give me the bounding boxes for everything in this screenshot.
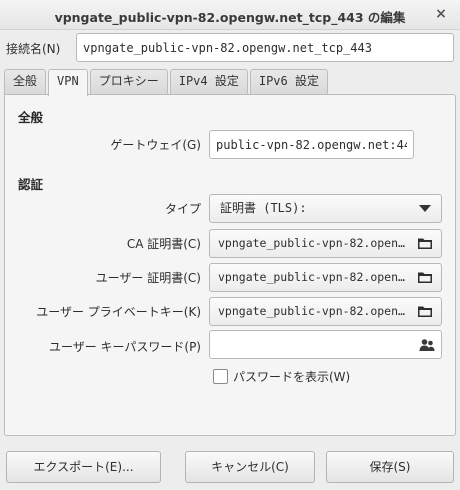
tab-general[interactable]: 全般 [4, 69, 47, 94]
chevron-down-icon [419, 205, 431, 212]
people-icon[interactable] [419, 338, 435, 352]
tab-vpn[interactable]: VPN [48, 69, 88, 96]
edit-connection-dialog: vpngate_public-vpn-82.opengw.net_tcp_443… [0, 0, 460, 490]
connection-name-input[interactable] [76, 33, 454, 62]
vpn-tab-panel: 全般 ゲートウェイ(G) 認証 タイプ 証明書 (TLS): CA 証明書(C)… [4, 94, 456, 436]
show-password-row[interactable]: パスワードを表示(W) [213, 367, 350, 385]
user-cert-filename: vpngate_public-vpn-82.open… [218, 270, 405, 284]
auth-type-dropdown[interactable]: 証明書 (TLS): [209, 194, 442, 223]
folder-icon [418, 238, 432, 249]
auth-type-value: 証明書 (TLS): [220, 201, 307, 215]
window-title: vpngate_public-vpn-82.opengw.net_tcp_443… [54, 10, 406, 25]
tab-ipv6-settings[interactable]: IPv6 設定 [249, 69, 328, 94]
auth-section-heading: 認証 [18, 177, 44, 192]
key-password-label: ユーザー キーパスワード(P) [48, 340, 201, 354]
auth-type-label: タイプ [164, 202, 201, 216]
title-bar[interactable]: vpngate_public-vpn-82.opengw.net_tcp_443… [0, 0, 460, 30]
cancel-button[interactable]: キャンセル(C) [185, 451, 315, 483]
private-key-label: ユーザー プライベートキー(K) [36, 305, 201, 319]
general-section-heading: 全般 [18, 110, 44, 125]
tab-proxy[interactable]: プロキシー [89, 69, 168, 94]
close-icon[interactable]: × [432, 5, 450, 23]
connection-name-label: 接続名(N) [6, 42, 61, 56]
folder-icon [418, 272, 432, 283]
user-cert-file-button[interactable]: vpngate_public-vpn-82.open… [209, 263, 442, 292]
key-password-input[interactable] [209, 330, 442, 359]
gateway-label: ゲートウェイ(G) [110, 138, 201, 152]
folder-icon [418, 306, 432, 317]
ca-cert-file-button[interactable]: vpngate_public-vpn-82.open… [209, 229, 442, 258]
private-key-file-button[interactable]: vpngate_public-vpn-82.open… [209, 297, 442, 326]
tab-ipv4-settings[interactable]: IPv4 設定 [169, 69, 248, 94]
private-key-filename: vpngate_public-vpn-82.open… [218, 304, 405, 318]
user-cert-label: ユーザー 証明書(C) [95, 271, 201, 285]
gateway-input[interactable] [209, 130, 414, 159]
export-button[interactable]: エクスポート(E)... [6, 451, 161, 483]
save-button[interactable]: 保存(S) [326, 451, 454, 483]
ca-cert-label: CA 証明書(C) [126, 237, 201, 251]
tab-bar: 全般 VPN プロキシー IPv4 設定 IPv6 設定 [4, 69, 330, 96]
show-password-label: パスワードを表示(W) [233, 369, 351, 384]
ca-cert-filename: vpngate_public-vpn-82.open… [218, 236, 405, 250]
show-password-checkbox[interactable] [213, 368, 228, 384]
